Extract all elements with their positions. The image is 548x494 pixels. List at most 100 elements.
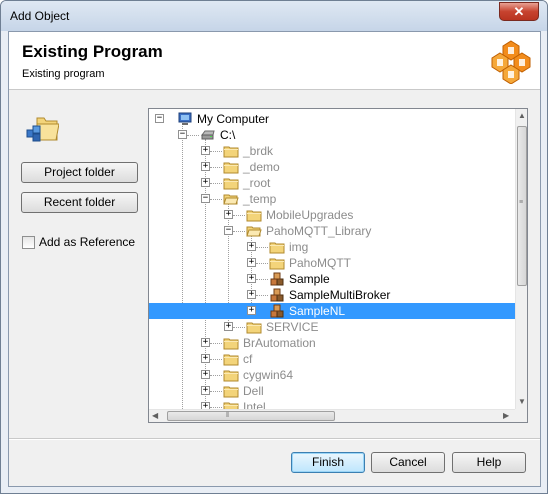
page-subtitle: Existing program: [22, 68, 105, 80]
add-as-reference-label: Add as Reference: [39, 235, 136, 249]
program-icon: [269, 287, 285, 303]
tree-node-cf[interactable]: + cf: [149, 351, 515, 367]
expand-node-icon[interactable]: +: [201, 370, 210, 379]
tree-node-label: _root: [243, 176, 271, 190]
tree-node-my-computer[interactable]: − My Computer: [149, 111, 515, 127]
expand-node-icon[interactable]: +: [247, 242, 256, 251]
folder-icon: [223, 399, 239, 409]
recent-folder-button[interactable]: Recent folder: [21, 192, 138, 213]
tree-node-label: cygwin64: [243, 368, 294, 382]
expand-node-icon[interactable]: +: [201, 354, 210, 363]
tree-node-mobileupgrades[interactable]: + MobileUpgrades: [149, 207, 515, 223]
tree-node-samplenl[interactable]: + SampleNL: [149, 303, 515, 319]
tree-node-label: PahoMQTT_Library: [266, 224, 372, 238]
collapse-node-icon[interactable]: −: [155, 114, 164, 123]
automation-studio-logo-icon: [491, 40, 531, 84]
title-bar[interactable]: Add Object ✕: [1, 1, 547, 31]
grip-icon: ≡: [519, 199, 524, 206]
expand-node-icon[interactable]: +: [201, 338, 210, 347]
wizard-header: Existing Program Existing program: [9, 32, 540, 90]
tree-node-root[interactable]: + _root: [149, 175, 515, 191]
tree-node-dell[interactable]: + Dell: [149, 383, 515, 399]
folder-icon: [223, 159, 239, 175]
tree-node-label: Intel: [243, 400, 266, 409]
folder-tree[interactable]: − My Computer − C:\ + _brdk + _demo + _root − _temp…: [148, 108, 528, 423]
folder-icon: [223, 383, 239, 399]
tree-node-label: img: [289, 240, 309, 254]
scrollbar-corner: [515, 409, 527, 422]
tree-node-label: cf: [243, 352, 253, 366]
expand-node-icon[interactable]: +: [201, 178, 210, 187]
tree-node-img[interactable]: + img: [149, 239, 515, 255]
collapse-node-icon[interactable]: −: [224, 226, 233, 235]
expand-node-icon[interactable]: +: [247, 306, 256, 315]
page-title: Existing Program: [22, 42, 163, 61]
horizontal-scroll-thumb[interactable]: ⦀: [167, 411, 335, 421]
expand-node-icon[interactable]: +: [247, 274, 256, 283]
expand-node-icon[interactable]: +: [224, 322, 233, 331]
expand-node-icon[interactable]: +: [201, 146, 210, 155]
tree-node-label: _brdk: [243, 144, 274, 158]
scroll-left-arrow-icon[interactable]: ◀: [152, 411, 158, 420]
tree-node-label: BrAutomation: [243, 336, 316, 350]
tree-node-label: SERVICE: [266, 320, 319, 334]
tree-node-samplemultibroker[interactable]: + SampleMultiBroker: [149, 287, 515, 303]
tree-node-pahomqtt-library[interactable]: − PahoMQTT_Library: [149, 223, 515, 239]
computer-icon: [177, 111, 193, 127]
folder-open-icon: [223, 191, 239, 207]
tree-view-area[interactable]: − My Computer − C:\ + _brdk + _demo + _root − _temp…: [149, 109, 515, 409]
tree-node-label: My Computer: [197, 112, 270, 126]
expand-node-icon[interactable]: +: [201, 402, 210, 409]
folder-icon: [269, 255, 285, 271]
tree-node-intel[interactable]: + Intel: [149, 399, 515, 409]
collapse-node-icon[interactable]: −: [201, 194, 210, 203]
tree-node-sample[interactable]: + Sample: [149, 271, 515, 287]
tree-node-c[interactable]: − C:\: [149, 127, 515, 143]
scroll-right-arrow-icon[interactable]: ▶: [503, 411, 509, 420]
close-button[interactable]: ✕: [499, 2, 539, 21]
folder-icon: [223, 335, 239, 351]
tree-node-brautomation[interactable]: + BrAutomation: [149, 335, 515, 351]
expand-node-icon[interactable]: +: [201, 386, 210, 395]
help-button[interactable]: Help: [452, 452, 526, 473]
tree-node-label: Sample: [289, 272, 330, 286]
tree-node-label: PahoMQTT: [289, 256, 352, 270]
tree-node-label: Dell: [243, 384, 264, 398]
finish-button[interactable]: Finish: [291, 452, 365, 473]
folder-icon: [223, 143, 239, 159]
expand-node-icon[interactable]: +: [224, 210, 233, 219]
expand-node-icon[interactable]: +: [201, 162, 210, 171]
tree-node-label: MobileUpgrades: [266, 208, 354, 222]
dialog-client-area: Existing Program Existing program Projec…: [8, 31, 541, 487]
folder-icon: [223, 175, 239, 191]
tree-node-brdk[interactable]: + _brdk: [149, 143, 515, 159]
project-folder-button[interactable]: Project folder: [21, 162, 138, 183]
add-object-dialog: Add Object ✕ Existing Program Existing p…: [0, 0, 548, 494]
scroll-up-arrow-icon[interactable]: ▲: [518, 111, 526, 120]
footer-divider-highlight: [9, 439, 540, 440]
folders-icon: [26, 117, 59, 142]
scroll-down-arrow-icon[interactable]: ▼: [518, 397, 526, 406]
cancel-button[interactable]: Cancel: [371, 452, 445, 473]
program-icon: [269, 303, 285, 319]
vertical-scrollbar[interactable]: ▲ ≡ ▼: [515, 109, 527, 409]
tree-node-pahomqtt[interactable]: + PahoMQTT: [149, 255, 515, 271]
tree-node-label: C:\: [220, 128, 236, 142]
tree-node-label: SampleNL: [289, 304, 346, 318]
tree-node-label: _temp: [243, 192, 277, 206]
horizontal-scrollbar[interactable]: ◀ ⦀ ▶: [149, 409, 515, 422]
tree-node-temp[interactable]: − _temp: [149, 191, 515, 207]
folder-open-icon: [246, 223, 262, 239]
tree-node-service[interactable]: + SERVICE: [149, 319, 515, 335]
expand-node-icon[interactable]: +: [247, 290, 256, 299]
expand-node-icon[interactable]: +: [247, 258, 256, 267]
tree-node-cygwin64[interactable]: + cygwin64: [149, 367, 515, 383]
add-as-reference-checkbox[interactable]: [22, 236, 35, 249]
tree-node-demo[interactable]: + _demo: [149, 159, 515, 175]
folder-icon: [223, 351, 239, 367]
drive-icon: [200, 127, 216, 143]
folder-icon: [223, 367, 239, 383]
window-title: Add Object: [10, 9, 70, 23]
collapse-node-icon[interactable]: −: [178, 130, 187, 139]
vertical-scroll-thumb[interactable]: ≡: [517, 126, 527, 286]
